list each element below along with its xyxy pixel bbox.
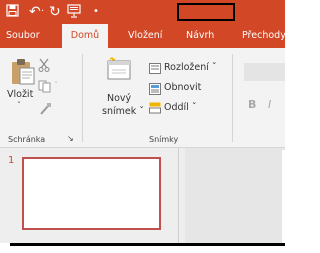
copy-icon[interactable] [38, 80, 52, 93]
tab-design-highlight [177, 3, 235, 21]
title-bar: ↶ · ↻ • [0, 0, 285, 24]
tab-file[interactable]: Soubor [6, 24, 40, 48]
paste-dropdown-icon[interactable]: ˇ [17, 101, 21, 110]
group-separator [82, 54, 83, 142]
slide-editing-area [185, 148, 285, 243]
italic-button[interactable]: I [268, 98, 271, 111]
layout-icon[interactable] [149, 63, 161, 74]
clipboard-launcher-icon[interactable]: ↘ [67, 134, 74, 143]
slide-number: 1 [8, 155, 15, 166]
cut-icon[interactable] [38, 58, 50, 72]
customize-toolbar-icon[interactable]: • [93, 2, 99, 22]
layout-button[interactable]: Rozložení ˇ [164, 62, 217, 73]
format-painter-icon[interactable] [38, 102, 52, 116]
copy-dropdown-icon[interactable]: ˇ [54, 81, 58, 90]
reset-icon[interactable] [149, 83, 161, 95]
slide-thumbnail[interactable] [22, 157, 161, 230]
font-name-box[interactable] [244, 63, 285, 81]
new-slide-label-1[interactable]: Nový [107, 93, 131, 104]
reset-button[interactable]: Obnovit [164, 82, 201, 93]
undo-dropdown-icon[interactable]: · [41, 2, 44, 22]
group-separator [232, 54, 233, 142]
bottom-edge [10, 243, 285, 246]
section-icon[interactable] [149, 102, 161, 114]
tab-design[interactable]: Návrh [186, 24, 214, 48]
tab-insert[interactable]: Vložení [128, 24, 162, 48]
tab-home[interactable]: Domů [62, 24, 108, 48]
present-icon[interactable] [67, 4, 81, 18]
redo-icon[interactable]: ↻ [49, 2, 61, 22]
new-slide-icon[interactable] [106, 57, 132, 83]
slides-group-label: Snímky [149, 135, 179, 144]
paste-label[interactable]: Vložit [7, 89, 33, 100]
pane-splitter[interactable] [178, 148, 179, 243]
paste-icon[interactable] [10, 58, 36, 86]
tab-transitions[interactable]: Přechody [242, 24, 286, 48]
new-slide-label-2[interactable]: snímek ˇ [102, 106, 144, 117]
clipboard-group-label: Schránka [8, 135, 46, 144]
slide-canvas[interactable] [282, 150, 285, 243]
section-button[interactable]: Oddíl ˇ [164, 102, 197, 113]
save-icon[interactable] [6, 4, 19, 17]
ribbon-tabs: Soubor Domů Vložení Návrh Přechody [0, 24, 286, 48]
bold-button[interactable]: B [248, 98, 256, 111]
undo-icon[interactable]: ↶ [29, 2, 41, 22]
